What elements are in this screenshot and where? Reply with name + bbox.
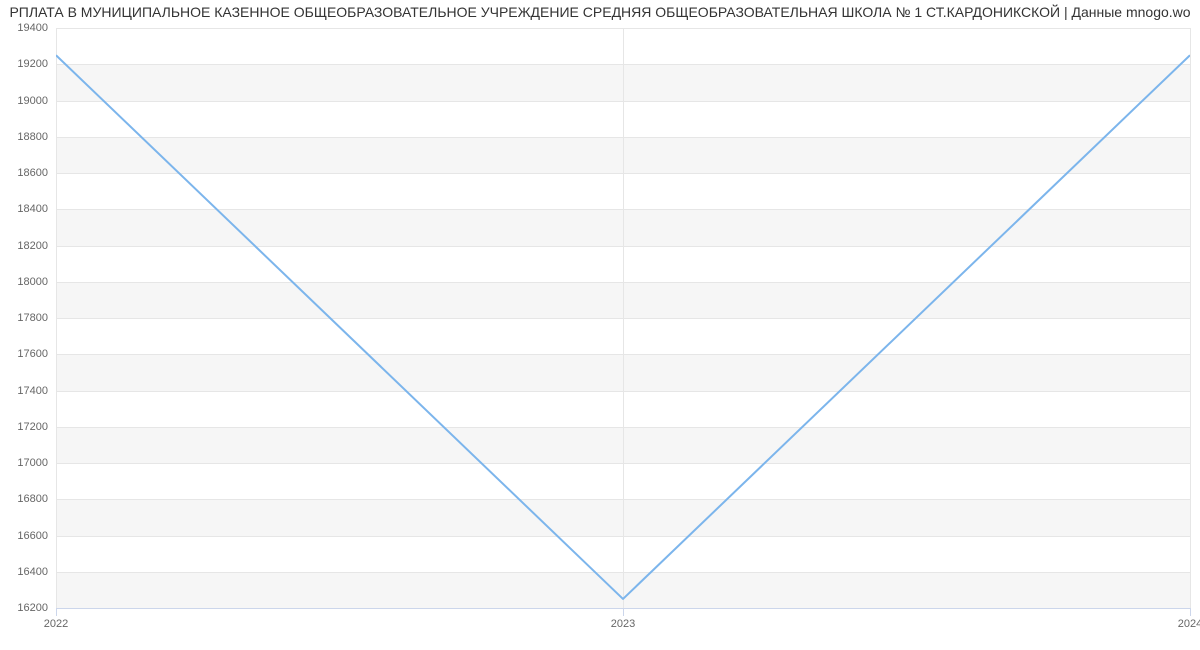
y-axis-label: 17000 xyxy=(8,457,48,469)
x-tick xyxy=(623,608,624,616)
y-axis-label: 16400 xyxy=(8,566,48,578)
x-axis-label: 2022 xyxy=(44,618,68,630)
y-axis-label: 16600 xyxy=(8,530,48,542)
series-layer xyxy=(56,28,1190,608)
y-axis-label: 18600 xyxy=(8,167,48,179)
x-gridline xyxy=(1190,28,1191,608)
y-axis-label: 19000 xyxy=(8,95,48,107)
x-tick xyxy=(1190,608,1191,616)
y-axis-label: 17400 xyxy=(8,385,48,397)
line-series xyxy=(56,55,1190,599)
y-axis-label: 18400 xyxy=(8,203,48,215)
x-axis-label: 2024 xyxy=(1178,618,1200,630)
y-axis-label: 16800 xyxy=(8,493,48,505)
chart-title: РПЛАТА В МУНИЦИПАЛЬНОЕ КАЗЕННОЕ ОБЩЕОБРА… xyxy=(0,4,1200,20)
x-axis-label: 2023 xyxy=(611,618,635,630)
y-axis-label: 17800 xyxy=(8,312,48,324)
y-axis-label: 16200 xyxy=(8,602,48,614)
y-axis-label: 17200 xyxy=(8,421,48,433)
plot-area: 1620016400166001680017000172001740017600… xyxy=(56,28,1190,608)
y-axis-label: 18200 xyxy=(8,240,48,252)
x-tick xyxy=(56,608,57,616)
y-axis-label: 18800 xyxy=(8,131,48,143)
y-axis-label: 19400 xyxy=(8,22,48,34)
salary-chart: РПЛАТА В МУНИЦИПАЛЬНОЕ КАЗЕННОЕ ОБЩЕОБРА… xyxy=(0,0,1200,650)
y-axis-label: 19200 xyxy=(8,58,48,70)
y-axis-label: 18000 xyxy=(8,276,48,288)
y-axis-label: 17600 xyxy=(8,348,48,360)
